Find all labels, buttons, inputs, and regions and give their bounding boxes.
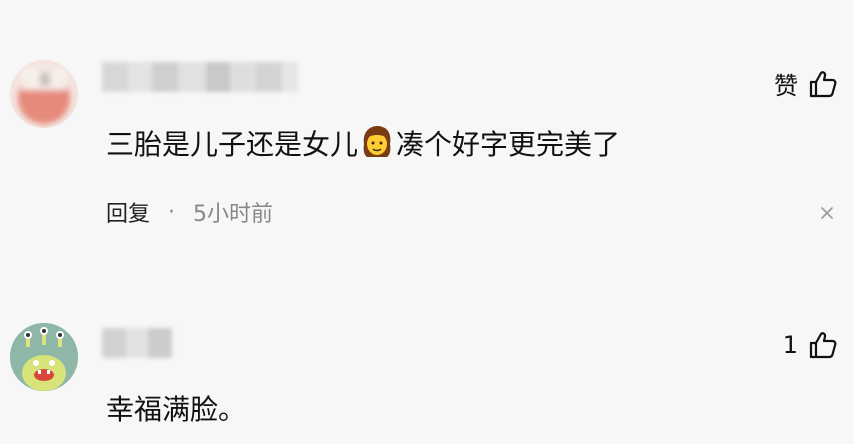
like-button[interactable]: 1 [783,330,838,360]
avatar[interactable] [10,323,78,391]
reply-button[interactable]: 回复 [106,196,150,228]
like-label: 赞 [774,72,798,100]
close-icon[interactable] [820,206,834,220]
username-blurred[interactable] [102,328,172,358]
like-button[interactable]: 赞 [774,66,838,101]
username-blurred[interactable] [102,62,298,92]
comment-text: 三胎是儿子还是女儿 凑个好字更完美了 [106,124,620,165]
separator-dot: · [168,199,176,225]
comment-text-part: 三胎是儿子还是女儿 [106,128,359,161]
thumbs-up-icon [809,70,837,97]
comment-text-part: 凑个好字更完美了 [396,128,621,161]
like-count: 1 [782,331,798,359]
monster-avatar-icon [10,323,78,391]
comment-text: 幸福满脸。 [106,393,247,426]
avatar[interactable] [10,60,78,128]
timestamp: 5小时前 [193,202,274,227]
avatar-image [10,60,78,128]
thumbs-up-icon [809,332,837,359]
girl-emoji-icon [363,126,391,157]
comment-meta: 回复 · 5小时前 [106,196,273,228]
comment-1: 赞 三胎是儿子还是女儿 凑个好字更完美了 回复 · 5小时前 [0,0,854,300]
